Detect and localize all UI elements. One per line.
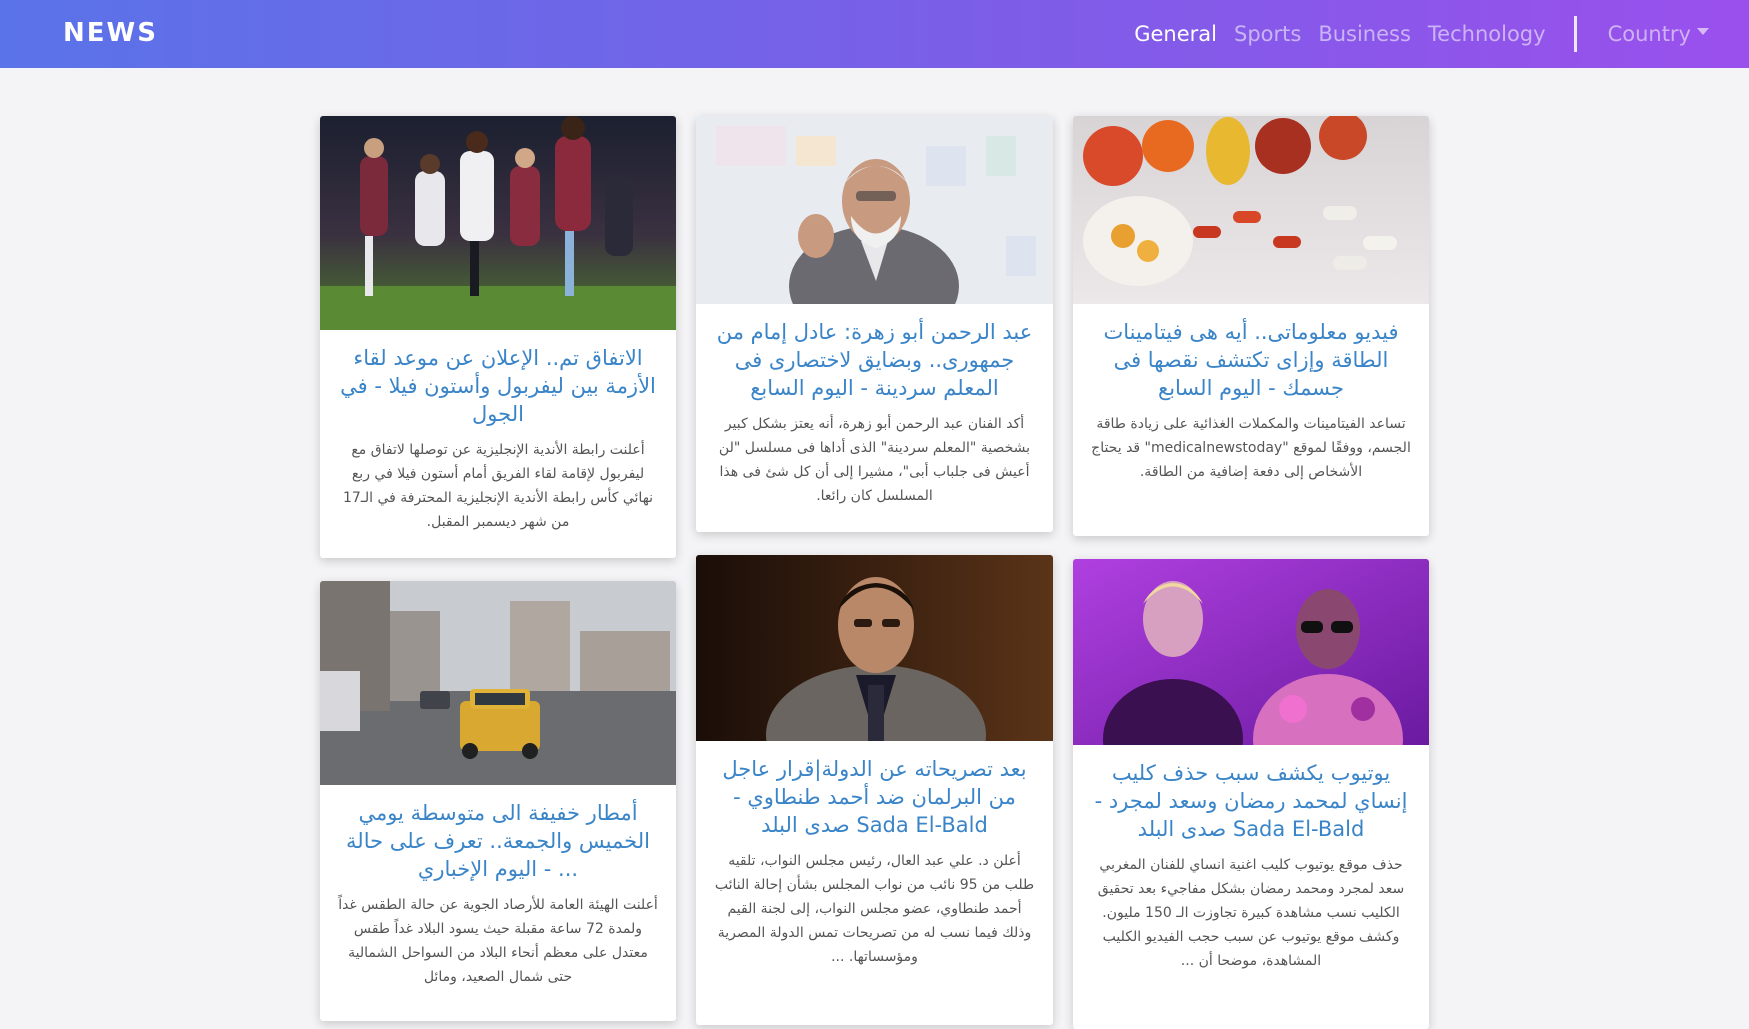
card-body: عبد الرحمن أبو زهرة: عادل إمام من جمهورى… bbox=[696, 304, 1053, 524]
news-card: بعد تصريحاته عن الدولة|قرار عاجل من البر… bbox=[696, 555, 1053, 1025]
nav-divider bbox=[1573, 16, 1577, 52]
nav-link-general[interactable]: General bbox=[1134, 22, 1217, 46]
nav-link-technology[interactable]: Technology bbox=[1428, 22, 1546, 46]
card-body: يوتيوب يكشف سبب حذف كليب إنساي لمحمد رمض… bbox=[1073, 745, 1429, 989]
article-title[interactable]: الاتفاق تم.. الإعلان عن موعد لقاء الأزمة… bbox=[338, 344, 658, 428]
country-dropdown[interactable]: Country bbox=[1608, 22, 1709, 46]
nav-links: General Sports Business Technology Count… bbox=[1117, 0, 1709, 68]
card-body: بعد تصريحاته عن الدولة|قرار عاجل من البر… bbox=[696, 741, 1053, 985]
article-image[interactable] bbox=[696, 555, 1053, 741]
article-image[interactable] bbox=[1073, 559, 1429, 745]
article-image[interactable] bbox=[696, 116, 1053, 304]
caret-down-icon bbox=[1697, 27, 1709, 35]
article-image[interactable] bbox=[1073, 116, 1429, 304]
card-body: فيديو معلوماتى.. أيه هى فيتامينات الطاقة… bbox=[1073, 304, 1429, 500]
article-image[interactable] bbox=[320, 581, 676, 785]
article-title[interactable]: فيديو معلوماتى.. أيه هى فيتامينات الطاقة… bbox=[1091, 318, 1411, 402]
article-title[interactable]: يوتيوب يكشف سبب حذف كليب إنساي لمحمد رمض… bbox=[1091, 759, 1411, 843]
news-card: فيديو معلوماتى.. أيه هى فيتامينات الطاقة… bbox=[1073, 116, 1429, 536]
article-description: أكد الفنان عبد الرحمن أبو زهرة، أنه يعتز… bbox=[718, 416, 1031, 504]
news-card: الاتفاق تم.. الإعلان عن موعد لقاء الأزمة… bbox=[320, 116, 676, 558]
news-card: أمطار خفيفة الى متوسطة يومي الخميس والجم… bbox=[320, 581, 676, 1021]
nav-link-sports[interactable]: Sports bbox=[1234, 22, 1301, 46]
card-body: الاتفاق تم.. الإعلان عن موعد لقاء الأزمة… bbox=[320, 330, 676, 550]
article-image[interactable] bbox=[320, 116, 676, 330]
article-description: حذف موقع يوتيوب كليب اغنية انساي للفنان … bbox=[1097, 857, 1405, 969]
article-description: أعلنت الهيئة العامة للأرصاد الجوية عن حا… bbox=[338, 897, 658, 985]
article-title[interactable]: عبد الرحمن أبو زهرة: عادل إمام من جمهورى… bbox=[714, 318, 1035, 402]
top-navbar: NEWS General Sports Business Technology … bbox=[0, 0, 1749, 68]
article-description: تساعد الفيتامينات والمكملات الغذائية على… bbox=[1091, 416, 1411, 480]
article-description: أعلنت رابطة الأندية الإنجليزية عن توصلها… bbox=[342, 442, 654, 530]
article-description: أعلن د. علي عبد العال، رئيس مجلس النواب،… bbox=[714, 853, 1035, 965]
news-card: يوتيوب يكشف سبب حذف كليب إنساي لمحمد رمض… bbox=[1073, 559, 1429, 1029]
article-title[interactable]: بعد تصريحاته عن الدولة|قرار عاجل من البر… bbox=[714, 755, 1035, 839]
card-body: أمطار خفيفة الى متوسطة يومي الخميس والجم… bbox=[320, 785, 676, 1005]
nav-link-business[interactable]: Business bbox=[1318, 22, 1411, 46]
article-title[interactable]: أمطار خفيفة الى متوسطة يومي الخميس والجم… bbox=[338, 799, 658, 883]
news-card: عبد الرحمن أبو زهرة: عادل إمام من جمهورى… bbox=[696, 116, 1053, 532]
brand-logo[interactable]: NEWS bbox=[63, 18, 158, 48]
country-dropdown-label: Country bbox=[1607, 22, 1691, 46]
